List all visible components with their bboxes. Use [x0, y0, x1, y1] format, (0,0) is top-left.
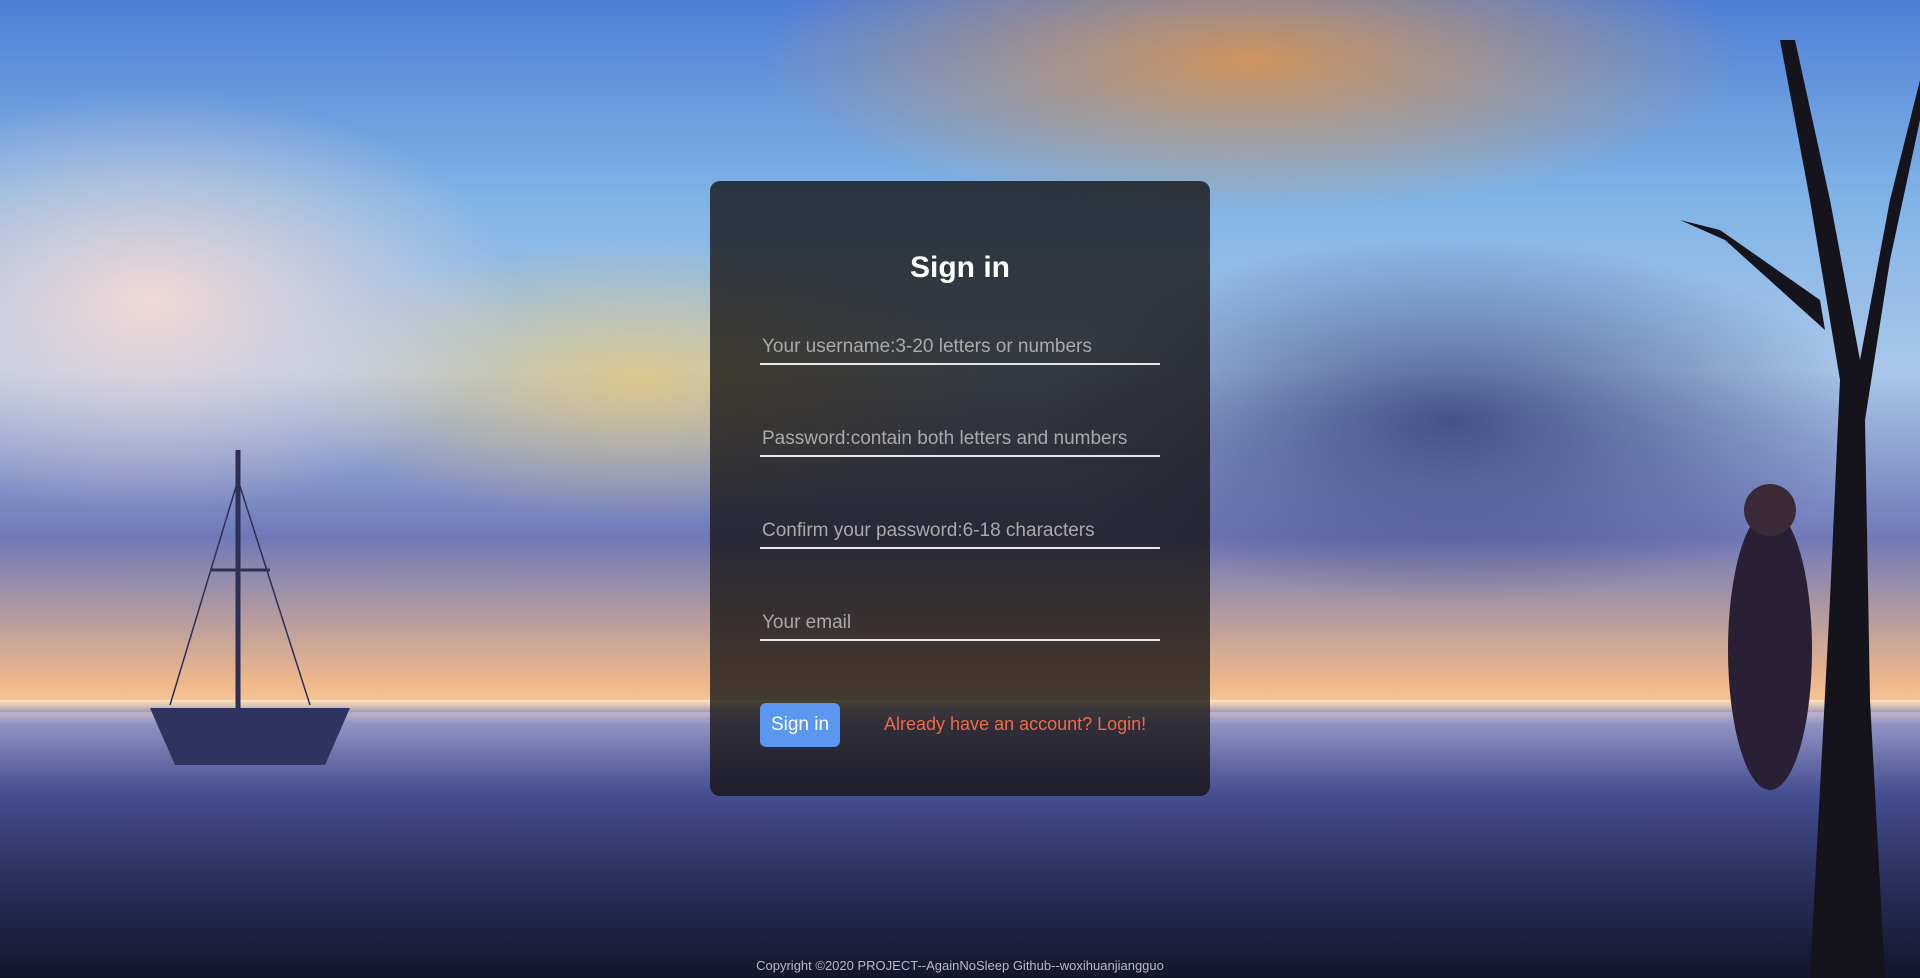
sign-in-button[interactable]: Sign in: [760, 703, 840, 747]
email-input[interactable]: [760, 607, 1160, 641]
confirm-password-input[interactable]: [760, 515, 1160, 549]
username-input[interactable]: [760, 331, 1160, 365]
login-link[interactable]: Already have an account? Login!: [884, 714, 1146, 735]
sailboat-illustration: [150, 450, 350, 765]
tree-illustration: [1680, 40, 1920, 978]
password-input[interactable]: [760, 423, 1160, 457]
copyright-footer: Copyright ©2020 PROJECT--AgainNoSleep Gi…: [756, 958, 1164, 973]
form-title: Sign in: [910, 251, 1010, 284]
signin-panel: Sign in Sign in Already have an account?…: [710, 181, 1210, 796]
background-illustration: Sign in Sign in Already have an account?…: [0, 0, 1920, 978]
